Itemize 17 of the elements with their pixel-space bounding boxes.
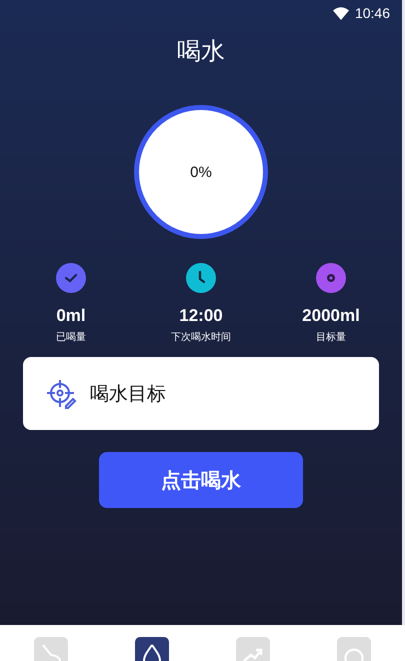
stat-value: 2000ml <box>302 306 360 326</box>
stat-value: 12:00 <box>179 306 223 326</box>
page-title: 喝水 <box>177 36 225 67</box>
target-edit-icon <box>45 378 77 410</box>
drop-icon <box>142 644 161 661</box>
stat-label: 下次喝水时间 <box>171 330 231 344</box>
stat-label: 已喝量 <box>56 331 86 344</box>
chart-icon <box>243 648 264 661</box>
drink-button[interactable]: 点击喝水 <box>99 452 303 508</box>
nav-tab[interactable] <box>134 637 169 661</box>
wifi-icon <box>332 6 349 20</box>
status-time: 10:46 <box>354 5 390 21</box>
goal-card[interactable]: 喝水目标 <box>23 357 379 430</box>
stat-label: 目标量 <box>316 330 346 344</box>
stat-value: 0ml <box>56 306 86 326</box>
progress-percent: 0% <box>190 164 212 180</box>
goal-label: 喝水目标 <box>90 382 166 406</box>
